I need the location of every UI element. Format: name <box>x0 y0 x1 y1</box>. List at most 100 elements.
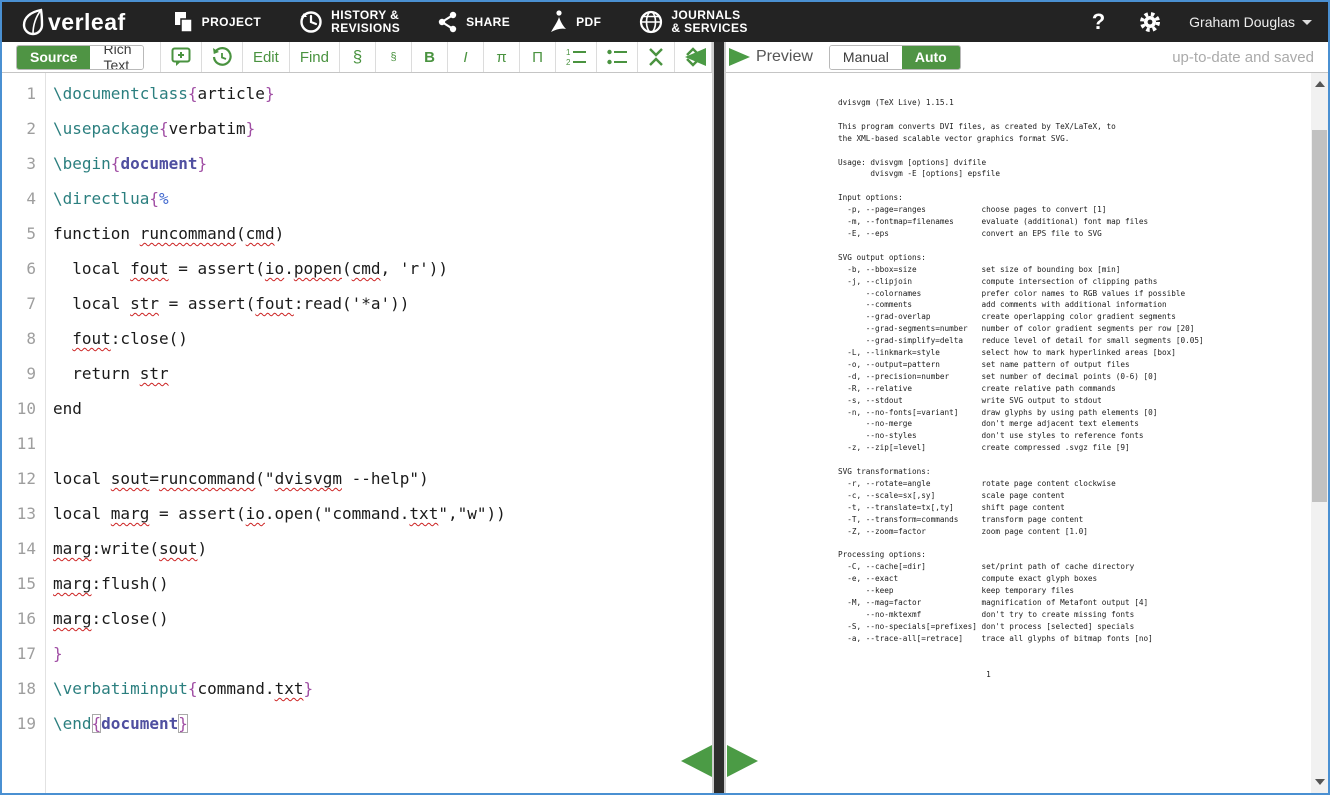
collapse-editor-arrow-bottom[interactable] <box>681 745 712 777</box>
inline-math-button[interactable]: π <box>483 42 519 72</box>
line-number: 8 <box>2 321 36 356</box>
code-line[interactable]: marg:write(sout) <box>53 531 712 566</box>
nav-pdf-label: PDF <box>576 16 601 29</box>
code-line[interactable]: \begin{document} <box>53 146 712 181</box>
fold-button[interactable] <box>637 42 674 72</box>
svg-text:1: 1 <box>566 48 571 57</box>
bold-button[interactable]: B <box>411 42 447 72</box>
line-number: 16 <box>2 601 36 636</box>
manual-compile-button[interactable]: Manual <box>830 46 902 69</box>
pdf-viewer[interactable]: dvisvgm (TeX Live) 1.15.1 This program c… <box>726 73 1328 793</box>
svg-text:2: 2 <box>566 58 571 66</box>
help-button[interactable]: ? <box>1092 9 1105 35</box>
preview-toolbar: Preview Manual Auto up-to-date and saved <box>726 42 1328 73</box>
line-number: 6 <box>2 251 36 286</box>
add-comment-icon <box>171 47 191 67</box>
collapse-editor-arrow[interactable] <box>685 48 706 66</box>
nav-share[interactable]: SHARE <box>438 11 510 33</box>
source-editor[interactable]: 12345678910111213141516171819 \documentc… <box>2 73 712 793</box>
find-button[interactable]: Find <box>289 42 339 72</box>
bullet-list-button[interactable] <box>596 42 637 72</box>
logo-text: verleaf <box>48 9 126 36</box>
nav-share-label: SHARE <box>466 16 510 29</box>
code-line[interactable]: local fout = assert(io.popen(cmd, 'r')) <box>53 251 712 286</box>
line-number: 4 <box>2 181 36 216</box>
code-line[interactable] <box>53 426 712 461</box>
history-icon <box>299 10 323 34</box>
overleaf-logo[interactable]: verleaf <box>20 8 126 36</box>
code-line[interactable]: \documentclass{article} <box>53 76 712 111</box>
history-undo-button[interactable] <box>201 42 242 72</box>
nav-journals-services[interactable]: JOURNALS & SERVICES <box>639 9 747 35</box>
source-mode-button[interactable]: Source <box>17 46 90 69</box>
code-line[interactable]: } <box>53 636 712 671</box>
section-button[interactable]: § <box>339 42 375 72</box>
preview-pane: Preview Manual Auto up-to-date and saved… <box>726 42 1328 793</box>
line-number: 10 <box>2 391 36 426</box>
globe-icon <box>639 10 663 34</box>
numbered-list-button[interactable]: 1 2 <box>555 42 596 72</box>
rich-text-mode-button[interactable]: Rich Text <box>90 46 143 69</box>
preview-label: Preview <box>756 48 813 66</box>
undo-history-icon <box>212 47 232 67</box>
code-line[interactable]: marg:close() <box>53 601 712 636</box>
code-line[interactable]: local sout=runcommand("dvisvgm --help") <box>53 461 712 496</box>
editor-toolbar-cells: Edit Find § § B I π Π 1 2 <box>160 42 712 72</box>
gear-icon <box>1139 11 1161 33</box>
settings-button[interactable] <box>1139 11 1161 33</box>
pane-divider[interactable] <box>712 42 726 793</box>
line-number: 15 <box>2 566 36 601</box>
user-menu[interactable]: Graham Douglas <box>1189 14 1312 30</box>
code-line[interactable]: \usepackage{verbatim} <box>53 111 712 146</box>
editor-toolbar: Source Rich Text <box>2 42 712 73</box>
top-navbar: verleaf PROJECT HISTORY & REVISIONS <box>2 2 1328 42</box>
code-lines[interactable]: \documentclass{article}\usepackage{verba… <box>46 73 712 793</box>
code-line[interactable]: local str = assert(fout:read('*a')) <box>53 286 712 321</box>
line-number: 3 <box>2 146 36 181</box>
line-number: 9 <box>2 356 36 391</box>
line-number: 5 <box>2 216 36 251</box>
line-number: 11 <box>2 426 36 461</box>
line-number: 2 <box>2 111 36 146</box>
pdf-icon <box>548 10 568 34</box>
italic-button[interactable]: I <box>447 42 483 72</box>
scrollbar-thumb[interactable] <box>1312 130 1327 502</box>
code-line[interactable]: \directlua{% <box>53 181 712 216</box>
share-icon <box>438 11 458 33</box>
scrollbar-down-arrow[interactable] <box>1315 779 1325 785</box>
code-line[interactable]: function runcommand(cmd) <box>53 216 712 251</box>
line-number: 13 <box>2 496 36 531</box>
line-number: 14 <box>2 531 36 566</box>
auto-compile-button[interactable]: Auto <box>902 46 960 69</box>
display-math-button[interactable]: Π <box>519 42 555 72</box>
project-icon <box>172 11 194 33</box>
nav-journals-label-1: JOURNALS <box>671 8 740 22</box>
collapse-preview-arrow-bottom[interactable] <box>727 745 758 777</box>
code-line[interactable]: \end{document} <box>53 706 712 741</box>
code-line[interactable]: end <box>53 391 712 426</box>
code-line[interactable]: fout:close() <box>53 321 712 356</box>
mode-toggle: Source Rich Text <box>16 45 144 70</box>
line-number: 12 <box>2 461 36 496</box>
nav-pdf[interactable]: PDF <box>548 10 601 34</box>
code-line[interactable]: marg:flush() <box>53 566 712 601</box>
code-line[interactable]: return str <box>53 356 712 391</box>
save-status: up-to-date and saved <box>1172 49 1314 66</box>
main-split: Source Rich Text <box>2 42 1328 793</box>
scrollbar-up-arrow[interactable] <box>1315 81 1325 87</box>
line-number: 19 <box>2 706 36 741</box>
edit-button[interactable]: Edit <box>242 42 289 72</box>
nav-project[interactable]: PROJECT <box>172 11 261 33</box>
nav-history-revisions[interactable]: HISTORY & REVISIONS <box>299 9 400 35</box>
preview-scrollbar[interactable] <box>1311 73 1328 793</box>
play-preview-icon[interactable] <box>729 48 750 66</box>
code-line[interactable]: local marg = assert(io.open("command.txt… <box>53 496 712 531</box>
nav-history-label-1: HISTORY & <box>331 8 399 22</box>
code-line[interactable]: \verbatiminput{command.txt} <box>53 671 712 706</box>
leaf-icon <box>20 8 46 36</box>
add-comment-button[interactable] <box>160 42 201 72</box>
line-number: 7 <box>2 286 36 321</box>
nav-history-label-2: REVISIONS <box>331 21 400 35</box>
subsection-button[interactable]: § <box>375 42 411 72</box>
editor-pane: Source Rich Text <box>2 42 712 793</box>
